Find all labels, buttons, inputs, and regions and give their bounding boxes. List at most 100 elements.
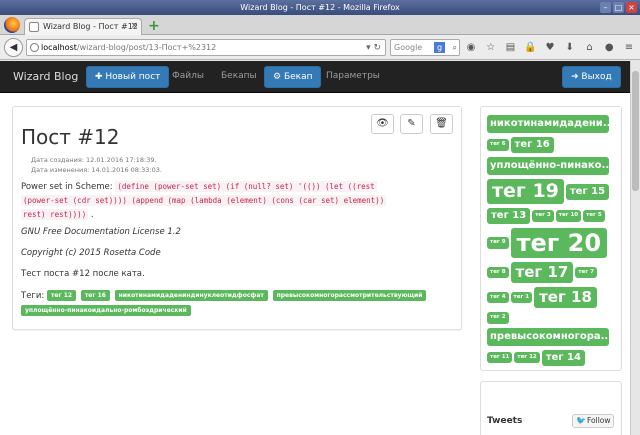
download-icon[interactable]: ⬇ [563, 42, 577, 53]
url-bar[interactable]: localhost/wizard-blog/post/13-Пост+%2312… [26, 39, 386, 56]
code-suffix: . [90, 210, 94, 220]
browser-tab[interactable]: Wizard Blog - Пост #12 × [24, 18, 142, 35]
backup-icon: ⚙ [273, 72, 284, 82]
nav-files[interactable]: Файлы [172, 71, 204, 81]
lock-icon[interactable]: 🔒 [523, 42, 537, 53]
cloud-tag[interactable]: тег 1 [510, 291, 533, 304]
cloud-tag[interactable]: превысокомногора... [487, 327, 609, 346]
url-host: localhost [41, 43, 77, 52]
firefox-logo-icon[interactable] [4, 17, 20, 33]
cloud-tag[interactable]: тег 19 [487, 179, 564, 204]
globe-icon [30, 43, 39, 52]
cloud-tag[interactable]: тег 7 [575, 266, 597, 279]
cloud-tag[interactable]: тег 9 [487, 237, 509, 249]
twitter-bird-icon: 🐦 [576, 416, 586, 425]
new-post-button[interactable]: ✚ Новый пост [86, 66, 170, 88]
cloud-tag[interactable]: тег 13 [487, 208, 531, 224]
addon-icon[interactable]: ◉ [464, 42, 478, 53]
reading-list-icon[interactable]: ▤ [504, 42, 518, 53]
google-icon: g [434, 42, 445, 53]
minimize-icon[interactable]: – [600, 2, 611, 13]
cloud-tag[interactable]: тег 18 [534, 287, 597, 308]
tag-cloud: никотинамидадени... тег 6 тег 16 уплощённо-… [487, 115, 615, 370]
toolbar-icons: ◉ ☆ ▤ 🔒 ♥ ⬇ ⌂ ● ≡ [464, 39, 636, 56]
url-path: /wizard-blog/post/13-Пост+%2312 [76, 43, 217, 52]
edit-button[interactable]: ✎ [400, 114, 423, 134]
post-tags: Теги: тег 12 тег 16 никотинамидадениндин… [21, 289, 456, 319]
code-line-2: (power-set (cdr set)))) (append (map (la… [21, 195, 387, 206]
cloud-tag[interactable]: тег 5 [583, 210, 605, 222]
home-icon[interactable]: ⌂ [583, 42, 597, 53]
page-viewport: Wizard Blog ✚ Новый пост Файлы Бекапы ⚙ … [0, 61, 630, 435]
navigation-toolbar: ◀ localhost/wizard-blog/post/13-Пост+%23… [0, 35, 640, 60]
cloud-tag[interactable]: тег 3 [532, 210, 554, 222]
backup-button[interactable]: ⚙ Бекап [264, 66, 322, 88]
bookmark-star-icon[interactable]: ☆ [484, 42, 498, 53]
cloud-tag[interactable]: тег 11 [487, 351, 513, 364]
nav-params[interactable]: Параметры [326, 71, 380, 81]
back-button[interactable]: ◀ [4, 38, 23, 57]
page-scrollbar[interactable] [630, 61, 640, 435]
trash-icon: 🗑 [435, 118, 448, 129]
url-dropdown-icons[interactable]: ▾ ↻ [366, 41, 381, 55]
cloud-tag[interactable]: тег 20 [510, 228, 608, 258]
cloud-tag[interactable]: тег 16 [510, 137, 554, 153]
post-code-paragraph: Power set in Scheme: (define (power-set … [21, 180, 451, 222]
plus-icon: ✚ [95, 72, 106, 82]
cloud-tag[interactable]: тег 12 [514, 351, 540, 364]
tab-title: Wizard Blog - Пост #12 [43, 22, 138, 31]
power-set-label: Power set in Scheme: [21, 182, 113, 192]
cloud-tag[interactable]: никотинамидадени... [487, 115, 609, 133]
nav-backups[interactable]: Бекапы [221, 71, 257, 81]
firefox-account-icon[interactable]: ● [602, 42, 616, 53]
tweets-title: Tweets [487, 416, 523, 426]
tab-bar: Wizard Blog - Пост #12 × + [0, 15, 640, 35]
browser-window: Wizard Blog - Пост #12 - Mozilla Firefox… [0, 0, 640, 435]
site-brand[interactable]: Wizard Blog [13, 70, 78, 83]
post-copyright: Copyright (c) 2015 Rosetta Code [21, 248, 161, 258]
search-bar[interactable]: Google g ⌕ [390, 39, 460, 56]
cloud-tag[interactable]: тег 17 [510, 262, 574, 283]
maximize-icon[interactable]: □ [613, 2, 624, 13]
search-icon[interactable]: ⌕ [453, 40, 457, 55]
post-modified-date: Дата изменения: 14.01.2016 08:33:03. [31, 166, 162, 174]
menu-icon[interactable]: ≡ [622, 42, 636, 53]
favicon-icon [29, 22, 39, 32]
tweets-panel: Tweets 🐦 Follow [480, 381, 622, 435]
post-created-date: Дата создания: 12.01.2016 17:18:39. [31, 156, 157, 164]
pocket-icon[interactable]: ♥ [543, 42, 557, 53]
post-license: GNU Free Documentation License 1.2 [21, 227, 181, 237]
logout-icon: ➜ [571, 72, 582, 82]
logout-button[interactable]: ➜ Выход [562, 66, 621, 88]
post-tag[interactable]: тег 12 [46, 290, 77, 301]
back-arrow-icon: ◀ [9, 42, 18, 53]
cloud-tag[interactable]: тег 6 [487, 139, 509, 151]
scrollbar-thumb[interactable] [632, 71, 639, 191]
cloud-tag[interactable]: уплощённо-пинако... [487, 157, 609, 175]
cloud-tag[interactable]: тег 15 [565, 183, 610, 200]
post-after-cut: Тест поста #12 после ката. [21, 269, 145, 279]
close-window-icon[interactable]: × [626, 2, 637, 13]
delete-button[interactable]: 🗑 [430, 114, 453, 134]
post-tag[interactable]: никотинамидадениндинуклеотидфосфат [114, 290, 268, 301]
post-tag[interactable]: тег 16 [80, 290, 110, 301]
tab-close-icon[interactable]: × [130, 19, 138, 34]
post-tag[interactable]: превысокомногорассмотрительствующий [272, 290, 427, 301]
cloud-tag[interactable]: тег 14 [541, 349, 585, 366]
new-tab-button[interactable]: + [148, 19, 162, 33]
pencil-icon: ✎ [407, 118, 416, 129]
cloud-tag[interactable]: тег 2 [487, 312, 509, 324]
cloud-tag[interactable]: тег 10 [555, 210, 582, 222]
window-title: Wizard Blog - Пост #12 - Mozilla Firefox [240, 3, 400, 12]
follow-button[interactable]: 🐦 Follow [572, 414, 614, 428]
tag-cloud-panel: никотинамидадени... тег 6 тег 16 уплощённо-… [480, 106, 622, 371]
cloud-tag[interactable]: тег 4 [487, 291, 509, 304]
code-line-3: rest) rest)))) [21, 209, 89, 220]
eye-icon: 👁 [376, 118, 389, 129]
cloud-tag[interactable]: тег 8 [487, 266, 509, 279]
site-navbar: Wizard Blog ✚ Новый пост Файлы Бекапы ⚙ … [0, 61, 630, 93]
post-tag[interactable]: уплощённо-пинакоидально-ромбоэдрический [21, 305, 191, 316]
window-titlebar: Wizard Blog - Пост #12 - Mozilla Firefox… [0, 0, 640, 15]
view-button[interactable]: 👁 [371, 114, 394, 134]
post-panel: 👁 ✎ 🗑 Пост #12 Дата создания: 12.01.2016… [12, 106, 462, 330]
